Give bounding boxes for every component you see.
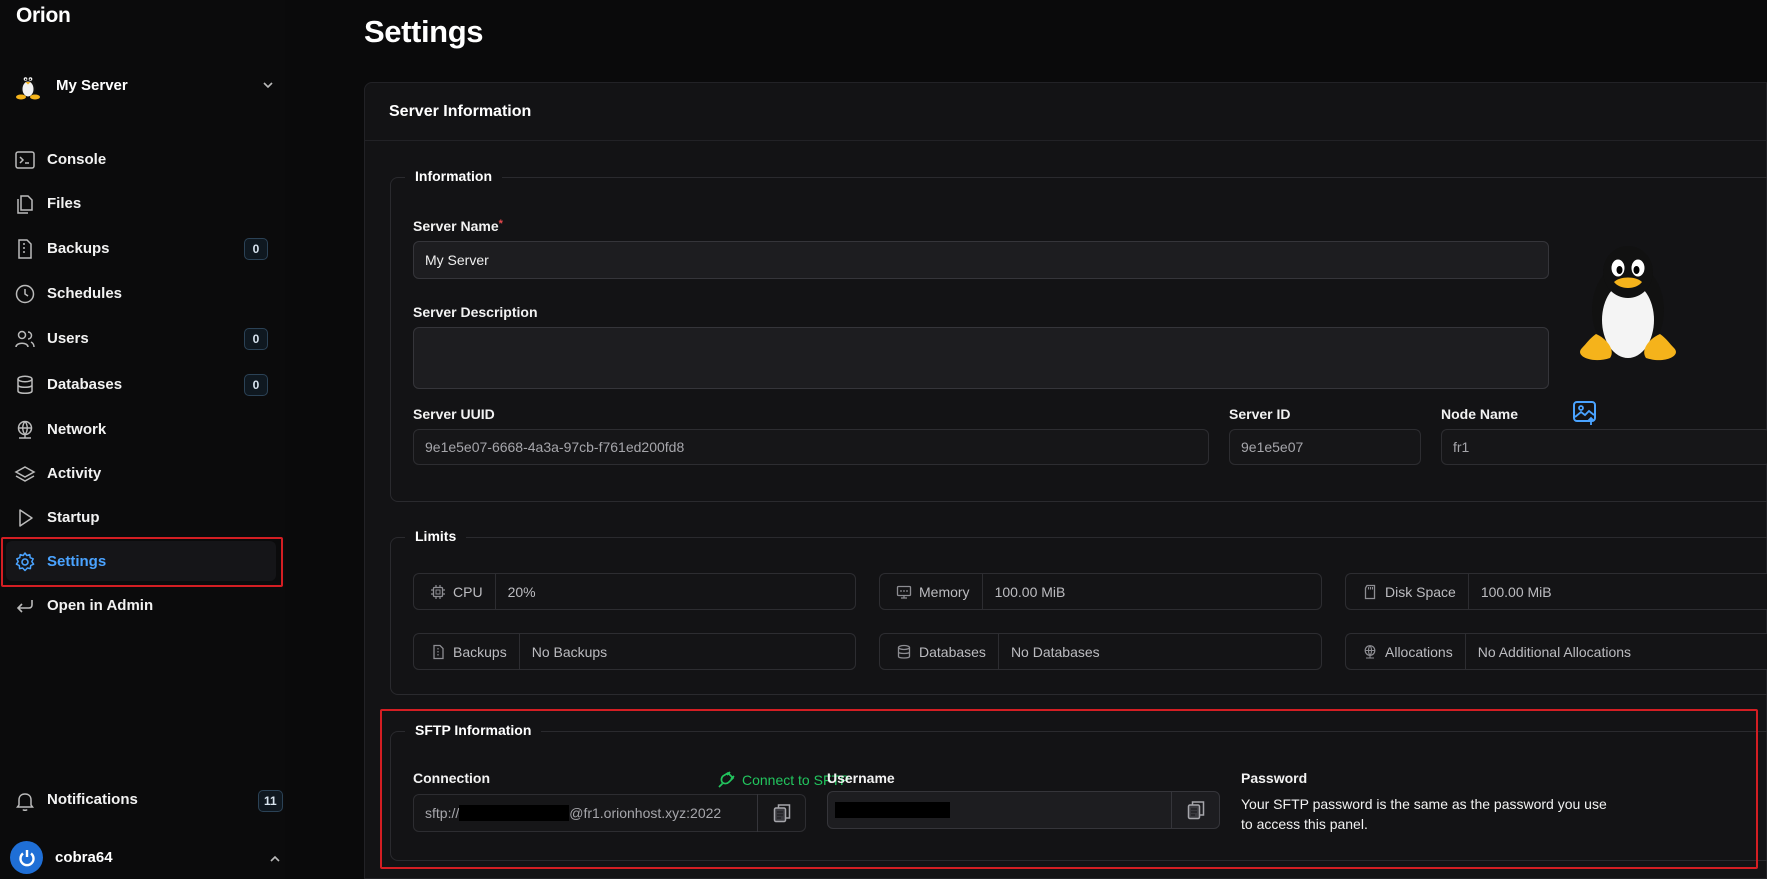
information-legend: Information — [405, 168, 502, 184]
card-header: Server Information — [365, 83, 1766, 141]
limit-value: 100.00 MiB — [1480, 583, 1552, 600]
database-icon — [17, 375, 33, 394]
sidebar-item-label: Schedules — [47, 284, 123, 302]
user-menu[interactable]: cobra64 — [10, 840, 285, 876]
limits-fieldset: Limits CPU 20% Memory 100.00 MiB Disk Sp… — [390, 528, 1767, 695]
node-name-label: Node Name — [1441, 406, 1519, 422]
server-uuid-field[interactable]: 9e1e5e07-6668-4a3a-97cb-f761ed200fd8 — [413, 429, 1209, 465]
sidebar-item-network[interactable]: Network — [6, 409, 276, 449]
sidebar-item-label: Notifications — [47, 791, 138, 808]
power-icon — [18, 849, 35, 866]
sidebar-item-backups[interactable]: Backups 0 — [6, 228, 276, 268]
sidebar-item-open-in-admin[interactable]: Open in Admin — [6, 585, 276, 625]
databases-count-badge: 0 — [244, 374, 268, 396]
limit-name: Allocations — [1385, 643, 1453, 660]
server-id-label: Server ID — [1229, 406, 1291, 422]
tux-icon — [16, 77, 40, 100]
sidebar-item-files[interactable]: Files — [6, 183, 276, 223]
sd-card-icon — [1364, 584, 1376, 599]
limit-value: No Additional Allocations — [1477, 643, 1632, 660]
sidebar-item-label: Open in Admin — [47, 596, 154, 614]
cpu-icon — [431, 584, 445, 599]
play-icon — [19, 509, 33, 527]
limit-value: 100.00 MiB — [994, 583, 1066, 600]
server-name-input[interactable]: My Server — [413, 241, 1549, 279]
network-icon — [17, 420, 33, 439]
notifications-count-badge: 11 — [258, 790, 283, 812]
limit-name: CPU — [453, 583, 483, 600]
sftp-highlight-box — [380, 709, 1758, 869]
limit-name: Disk Space — [1385, 583, 1456, 600]
server-name-label: Server Name* — [413, 218, 503, 234]
sidebar-item-notifications[interactable]: Notifications 11 — [6, 780, 286, 820]
server-switcher[interactable]: My Server — [12, 68, 282, 102]
card-title: Server Information — [389, 103, 532, 120]
limits-legend: Limits — [405, 528, 467, 544]
network-icon — [1364, 644, 1376, 659]
sidebar: Orion My Server Console Files Backups 0 … — [0, 0, 285, 879]
server-description-label: Server Description — [413, 304, 538, 320]
chevron-down-icon — [263, 82, 273, 89]
sidebar-item-users[interactable]: Users 0 — [6, 318, 276, 358]
limit-backups: Backups No Backups — [413, 633, 856, 670]
required-marker: * — [498, 218, 503, 230]
layers-icon — [14, 466, 36, 482]
sidebar-item-label: Databases — [47, 375, 123, 393]
chevron-up-icon — [270, 855, 280, 862]
brand-logo[interactable]: Orion — [16, 4, 71, 28]
limit-value: 20% — [507, 583, 536, 600]
limit-databases: Databases No Databases — [879, 633, 1322, 670]
limit-value: No Backups — [531, 643, 608, 660]
archive-icon — [433, 644, 444, 659]
backups-count-badge: 0 — [244, 238, 268, 260]
files-icon — [17, 195, 33, 214]
settings-highlight-box — [1, 537, 283, 587]
memory-icon — [896, 585, 912, 599]
server-id-field[interactable]: 9e1e5e07 — [1229, 429, 1421, 465]
sidebar-item-label: Activity — [47, 464, 102, 482]
users-icon — [15, 330, 35, 348]
database-icon — [897, 644, 911, 659]
limit-name: Backups — [453, 643, 507, 660]
limit-allocations: Allocations No Additional Allocations — [1345, 633, 1767, 670]
avatar — [10, 841, 43, 874]
sidebar-item-label: Files — [47, 194, 82, 212]
limit-value: No Databases — [1010, 643, 1100, 660]
information-fieldset: Information Server Name* My Server Serve… — [390, 168, 1767, 502]
users-count-badge: 0 — [244, 328, 268, 350]
sidebar-item-label: Users — [47, 329, 89, 347]
limit-name: Memory — [919, 583, 970, 600]
sidebar-item-schedules[interactable]: Schedules — [6, 273, 276, 313]
bell-icon — [16, 793, 34, 811]
return-icon — [16, 600, 33, 613]
limit-memory: Memory 100.00 MiB — [879, 573, 1322, 610]
server-uuid-label: Server UUID — [413, 406, 495, 422]
sidebar-item-label: Console — [47, 150, 107, 168]
sidebar-item-label: Network — [47, 420, 107, 438]
sidebar-item-console[interactable]: Console — [6, 139, 276, 179]
archive-icon — [18, 239, 32, 259]
server-switcher-name: My Server — [56, 76, 128, 94]
terminal-icon — [15, 151, 35, 169]
limit-disk-space: Disk Space 100.00 MiB — [1345, 573, 1767, 610]
user-name: cobra64 — [55, 849, 113, 866]
sidebar-item-label: Backups — [47, 239, 110, 257]
sidebar-item-activity[interactable]: Activity — [6, 453, 276, 493]
tux-logo — [1580, 246, 1676, 361]
node-name-field[interactable]: fr1 — [1441, 429, 1767, 465]
sidebar-item-startup[interactable]: Startup — [6, 497, 276, 537]
image-upload-icon[interactable] — [1572, 400, 1598, 426]
server-description-textarea[interactable] — [413, 327, 1549, 389]
page-title: Settings — [364, 14, 484, 49]
sidebar-item-databases[interactable]: Databases 0 — [6, 364, 276, 404]
sidebar-item-label: Startup — [47, 508, 100, 526]
clock-icon — [15, 284, 35, 304]
limit-name: Databases — [919, 643, 986, 660]
limit-cpu: CPU 20% — [413, 573, 856, 610]
